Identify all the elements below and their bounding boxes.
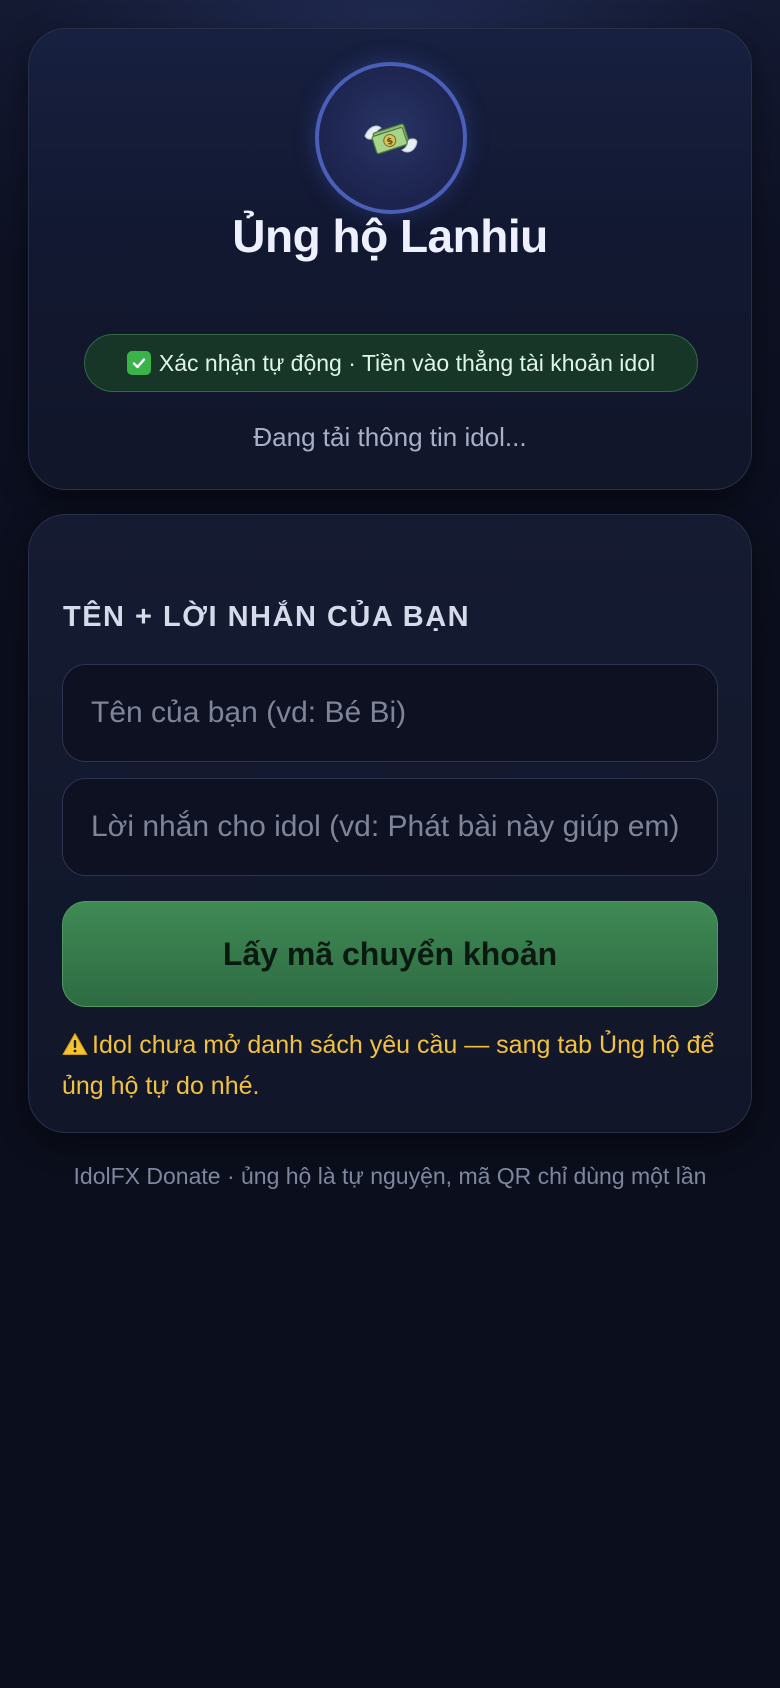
warning-message: Idol chưa mở danh sách yêu cầu — sang ta… <box>62 1026 732 1105</box>
warning-icon <box>62 1029 88 1067</box>
avatar: $ <box>315 62 467 214</box>
section-label: TÊN + LỜI NHẮN CỦA BẠN <box>63 601 471 633</box>
page-title: Ủng hộ Lanhiu <box>232 210 548 262</box>
name-input[interactable] <box>62 664 718 762</box>
loading-status: Đang tải thông tin idol... <box>253 422 527 452</box>
message-input[interactable] <box>62 778 718 876</box>
warning-text: Idol chưa mở danh sách yêu cầu — sang ta… <box>62 1031 715 1100</box>
get-transfer-code-button[interactable]: Lấy mã chuyển khoản <box>62 901 718 1007</box>
money-with-wings-icon: $ <box>364 123 418 155</box>
donation-form-card: TÊN + LỜI NHẮN CỦA BẠN Lấy mã chuyển kho… <box>28 514 752 1133</box>
check-mark-button-icon <box>126 351 151 375</box>
idol-header-card: $ Ủng hộ Lanhiu Xác nhận tự động · Tiền … <box>28 28 752 490</box>
footer-note: IdolFX Donate · ủng hộ là tự nguyện, mã … <box>73 1163 707 1189</box>
auto-confirm-badge: Xác nhận tự động · Tiền vào thẳng tài kh… <box>84 334 698 392</box>
badge-text: Xác nhận tự động · Tiền vào thẳng tài kh… <box>158 349 656 376</box>
